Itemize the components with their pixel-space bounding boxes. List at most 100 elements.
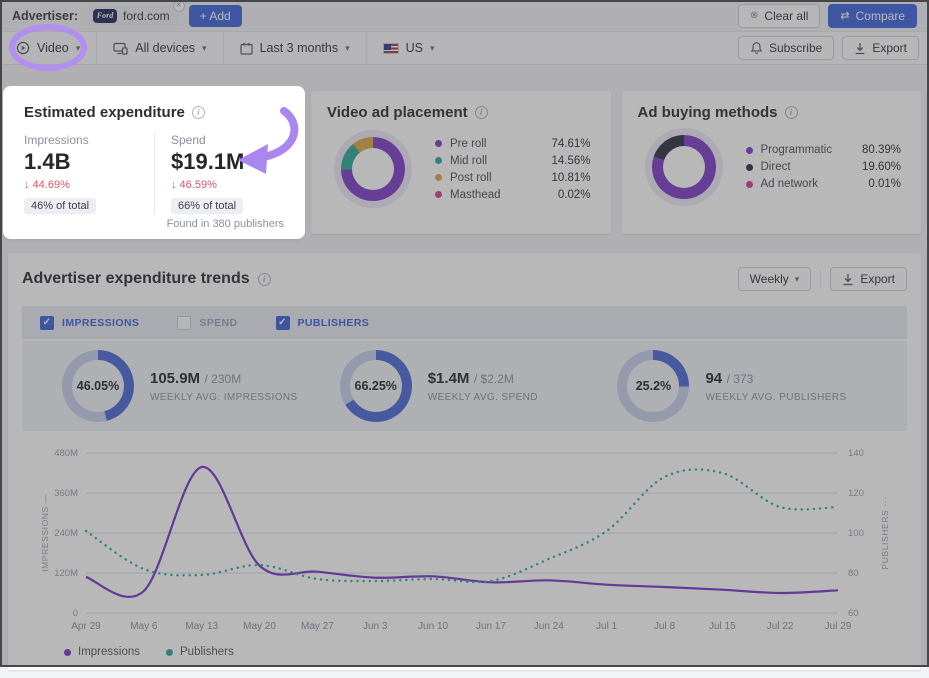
filter-bar: Video ▾ All devices ▾ Last 3 months ▾ US… — [0, 31, 929, 65]
series-toggle-spend[interactable]: SPEND — [177, 316, 237, 330]
card-title: Video ad placement — [327, 104, 468, 121]
legend-label: Impressions — [78, 646, 140, 658]
checkbox-icon[interactable]: ✓ — [40, 316, 54, 330]
compare-button[interactable]: ⇄ Compare — [828, 4, 917, 28]
gauge-total: 230M — [205, 372, 242, 386]
clear-all-button[interactable]: ⊗ Clear all — [738, 4, 820, 28]
legend-item: Pre roll 74.61% — [435, 135, 591, 152]
toggle-label: PUBLISHERS — [298, 317, 370, 329]
checkbox-icon[interactable] — [177, 316, 191, 330]
trends-export-button[interactable]: Export — [830, 267, 907, 291]
legend-label: Programmatic — [761, 144, 833, 156]
play-circle-icon — [16, 41, 30, 55]
series-toggle-publishers[interactable]: ✓ PUBLISHERS — [276, 316, 370, 330]
us-flag-icon — [383, 43, 399, 54]
subscribe-button[interactable]: Subscribe — [738, 36, 834, 60]
add-advertiser-button[interactable]: + Add — [189, 5, 242, 27]
svg-text:120M: 120M — [54, 568, 78, 579]
period-dropdown[interactable]: Weekly ▾ — [738, 267, 812, 291]
advertiser-domain: ford.com — [123, 9, 170, 23]
legend-item: Mid roll 14.56% — [435, 152, 591, 169]
spend-share-badge: 66% of total — [171, 198, 243, 214]
country-dropdown[interactable]: US ▾ — [367, 32, 451, 64]
devices-dropdown[interactable]: All devices ▾ — [97, 32, 223, 64]
legend-value: 74.61% — [551, 138, 590, 150]
legend-label: Post roll — [450, 172, 492, 184]
publishers-footnote: Found in 380 publishers — [24, 218, 284, 230]
legend-value: 0.02% — [558, 189, 591, 201]
spend-metric: Spend $19.1M ↓ 46.59% 66% of total — [154, 133, 284, 214]
publishers-gauge: 25.2% 94 373 WEEKLY AVG. PUBLISHERS — [617, 350, 867, 422]
download-icon — [842, 273, 854, 286]
svg-text:May 20: May 20 — [243, 621, 276, 632]
gauge-total: 373 — [727, 372, 754, 386]
svg-text:PUBLISHERS ···: PUBLISHERS ··· — [880, 496, 890, 569]
svg-text:Jul 29: Jul 29 — [825, 621, 852, 632]
estimated-expenditure-card: Estimated expenditure i Impressions 1.4B… — [8, 91, 300, 234]
gauge-percent: 66.25% — [340, 350, 412, 422]
clear-icon: ⊗ — [750, 10, 758, 21]
svg-text:120: 120 — [848, 488, 864, 499]
trend-chart-svg: 480M360M240M120M01401201008060Apr 29May … — [22, 441, 907, 637]
svg-text:May 13: May 13 — [185, 621, 218, 632]
svg-text:Jul 15: Jul 15 — [709, 621, 736, 632]
info-icon[interactable]: i — [475, 106, 488, 119]
legend-item: Programmatic 80.39% — [746, 142, 902, 159]
bell-icon — [750, 41, 763, 55]
legend-dot — [64, 649, 71, 656]
download-icon — [854, 42, 866, 55]
svg-text:IMPRESSIONS —: IMPRESSIONS — — [40, 494, 50, 572]
legend-item: Ad network 0.01% — [746, 176, 902, 193]
spend-delta: ↓ 46.59% — [171, 179, 284, 191]
trend-chart-legend: Impressions Publishers — [64, 646, 907, 658]
info-icon[interactable]: i — [258, 273, 271, 286]
export-button[interactable]: Export — [842, 36, 919, 60]
ad-buying-methods-card: Ad buying methods i Programmatic 80.39% … — [622, 91, 922, 234]
gauge-caption: WEEKLY AVG. SPEND — [428, 392, 538, 403]
checkbox-icon[interactable]: ✓ — [276, 316, 290, 330]
legend-value: 0.01% — [868, 178, 901, 190]
gauge-percent: 25.2% — [617, 350, 689, 422]
gauge-value: $1.4M — [428, 370, 470, 387]
info-icon[interactable]: i — [192, 106, 205, 119]
chevron-down-icon: ▾ — [202, 43, 207, 54]
video-ad-placement-donut — [341, 137, 405, 201]
media-type-dropdown[interactable]: Video ▾ — [0, 32, 97, 64]
svg-text:Jul 1: Jul 1 — [596, 621, 618, 632]
legend-dot — [435, 157, 442, 164]
svg-text:Apr 29: Apr 29 — [71, 621, 101, 632]
weekly-average-gauges: 46.05% 105.9M 230M WEEKLY AVG. IMPRESSIO… — [22, 341, 907, 431]
video-ad-placement-card: Video ad placement i Pre roll 74.61% Mid… — [311, 91, 611, 234]
svg-text:480M: 480M — [54, 448, 78, 459]
trend-legend-item: Publishers — [166, 646, 234, 658]
remove-advertiser-icon[interactable]: ✕ — [173, 0, 185, 12]
svg-text:Jul 22: Jul 22 — [767, 621, 794, 632]
svg-text:Jul 8: Jul 8 — [654, 621, 676, 632]
impressions-share-badge: 46% of total — [24, 198, 96, 214]
video-ad-placement-legend: Pre roll 74.61% Mid roll 14.56% Post rol… — [435, 135, 595, 203]
svg-text:Jun 24: Jun 24 — [534, 621, 564, 632]
card-title: Ad buying methods — [638, 104, 778, 121]
gauge-value: 105.9M — [150, 370, 200, 387]
series-toggle-impressions[interactable]: ✓ IMPRESSIONS — [40, 316, 139, 330]
legend-dot — [435, 174, 442, 181]
legend-item: Masthead 0.02% — [435, 186, 591, 203]
date-range-dropdown[interactable]: Last 3 months ▾ — [224, 32, 367, 64]
legend-label: Mid roll — [450, 155, 487, 167]
svg-text:60: 60 — [848, 608, 859, 619]
legend-dot — [435, 140, 442, 147]
legend-label: Pre roll — [450, 138, 486, 150]
legend-value: 19.60% — [862, 161, 901, 173]
advertiser-tag[interactable]: Ford ford.com ✕ — [88, 6, 179, 26]
info-icon[interactable]: i — [785, 106, 798, 119]
svg-text:Jun 10: Jun 10 — [418, 621, 448, 632]
ad-buying-methods-legend: Programmatic 80.39% Direct 19.60% Ad net… — [746, 142, 906, 193]
chevron-down-icon: ▾ — [76, 43, 81, 54]
legend-label: Masthead — [450, 189, 501, 201]
devices-icon — [113, 42, 128, 55]
impressions-gauge: 46.05% 105.9M 230M WEEKLY AVG. IMPRESSIO… — [62, 350, 312, 422]
trend-line-chart: 480M360M240M120M01401201008060Apr 29May … — [22, 441, 907, 642]
svg-text:Jun 17: Jun 17 — [476, 621, 506, 632]
legend-dot — [746, 181, 753, 188]
impressions-value: 1.4B — [24, 149, 154, 175]
